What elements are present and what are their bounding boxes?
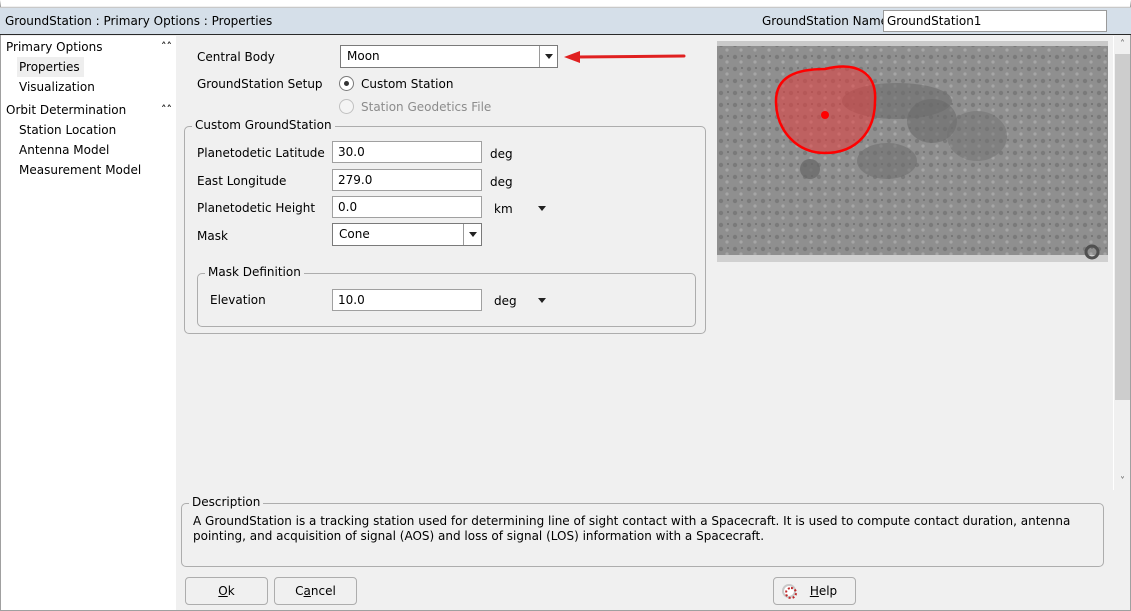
central-body-value: Moon — [347, 49, 380, 63]
header-bar: GroundStation : Primary Options : Proper… — [0, 7, 1131, 35]
lifebuoy-icon — [782, 584, 797, 599]
sidebar-item-station-location[interactable]: Station Location — [17, 120, 120, 140]
height-input[interactable] — [332, 196, 482, 218]
sidebar-group-label: Primary Options — [6, 40, 103, 54]
help-button[interactable]: Help — [773, 577, 856, 605]
double-chevron-up-icon[interactable]: ˄˄ — [161, 100, 172, 120]
height-unit-caret-down-icon[interactable] — [538, 206, 546, 211]
caret-down-icon — [469, 232, 477, 237]
moon-map-view[interactable] — [717, 41, 1108, 262]
elevation-input[interactable] — [332, 289, 482, 311]
scrollbar-thumb[interactable] — [1115, 54, 1130, 400]
scroll-down-icon[interactable]: ˅ — [1114, 473, 1131, 490]
sidebar-item-antenna-model[interactable]: Antenna Model — [17, 140, 113, 160]
groundstation-setup-label: GroundStation Setup — [197, 77, 323, 91]
description-group: Description A GroundStation is a trackin… — [181, 495, 1104, 567]
vertical-scrollbar[interactable]: ˄ ˅ — [1113, 36, 1130, 490]
sidebar-item-properties[interactable]: Properties — [17, 57, 84, 77]
annotation-arrow — [564, 51, 686, 63]
mask-value: Cone — [339, 227, 370, 241]
ok-button[interactable]: Ok — [185, 577, 268, 605]
longitude-unit: deg — [490, 175, 513, 189]
sidebar-nav: Primary Options ˄˄ Properties Visualizat… — [1, 36, 176, 610]
central-body-dropdown[interactable]: Moon — [340, 45, 558, 68]
mask-label: Mask — [197, 229, 228, 243]
sidebar-item-visualization[interactable]: Visualization — [17, 77, 99, 97]
longitude-input[interactable] — [332, 169, 482, 191]
mare-region — [947, 111, 1007, 161]
cancel-button[interactable]: Cancel — [274, 577, 357, 605]
latitude-label: Planetodetic Latitude — [197, 146, 325, 160]
station-geodetics-file-label: Station Geodetics File — [361, 100, 492, 114]
help-mnemonic: H — [809, 584, 819, 598]
custom-station-label[interactable]: Custom Station — [361, 77, 453, 91]
station-geodetics-file-radio[interactable] — [339, 99, 354, 114]
latitude-unit: deg — [490, 147, 513, 161]
groundstation-name-input[interactable] — [883, 10, 1107, 32]
cancel-label-pre: C — [295, 584, 304, 598]
cancel-mnemonic: a — [303, 584, 311, 598]
longitude-label: East Longitude — [197, 174, 287, 188]
mask-definition-title: Mask Definition — [205, 265, 304, 279]
groundstation-name-label: GroundStation Name — [762, 14, 889, 28]
annotation-arrow-head — [564, 51, 580, 63]
breadcrumb: GroundStation : Primary Options : Proper… — [5, 14, 273, 28]
ok-mnemonic: O — [218, 584, 228, 598]
scroll-up-icon[interactable]: ˄ — [1114, 36, 1131, 53]
sidebar-group-label: Orbit Determination — [6, 103, 127, 117]
station-marker[interactable] — [821, 111, 829, 119]
sidebar-item-measurement-model[interactable]: Measurement Model — [17, 160, 145, 180]
latitude-input[interactable] — [332, 141, 482, 163]
sidebar-group-primary-options[interactable]: Primary Options ˄˄ — [1, 37, 176, 57]
height-unit-dropdown[interactable]: km — [494, 202, 513, 216]
map-top-edge — [717, 41, 1108, 46]
moon-surface — [717, 41, 1108, 262]
coverage-area — [774, 65, 877, 155]
mask-dropdown[interactable]: Cone — [332, 223, 482, 246]
height-label: Planetodetic Height — [197, 201, 316, 215]
description-title: Description — [189, 495, 264, 509]
ok-label-rest: k — [227, 584, 235, 598]
help-label-rest: elp — [818, 584, 838, 598]
elevation-label: Elevation — [210, 293, 266, 307]
mare-region — [857, 143, 917, 179]
elevation-unit-caret-down-icon[interactable] — [538, 298, 546, 303]
map-bottom-edge — [717, 255, 1108, 262]
caret-down-icon — [545, 54, 553, 59]
central-body-label: Central Body — [197, 50, 275, 64]
custom-station-radio[interactable] — [339, 76, 354, 91]
annotation-arrow-shaft — [574, 54, 686, 59]
dropdown-arrow-button[interactable] — [463, 224, 481, 245]
sidebar-group-orbit-determination[interactable]: Orbit Determination ˄˄ — [1, 100, 176, 120]
dropdown-arrow-button[interactable] — [539, 46, 557, 67]
elevation-unit-dropdown[interactable]: deg — [494, 294, 517, 308]
custom-groundstation-title: Custom GroundStation — [192, 118, 335, 132]
cancel-label-rest: ncel — [310, 584, 336, 598]
crater — [800, 159, 820, 179]
description-text: A GroundStation is a tracking station us… — [193, 514, 1071, 543]
double-chevron-up-icon[interactable]: ˄˄ — [161, 37, 172, 57]
moon-texture — [717, 41, 1108, 262]
